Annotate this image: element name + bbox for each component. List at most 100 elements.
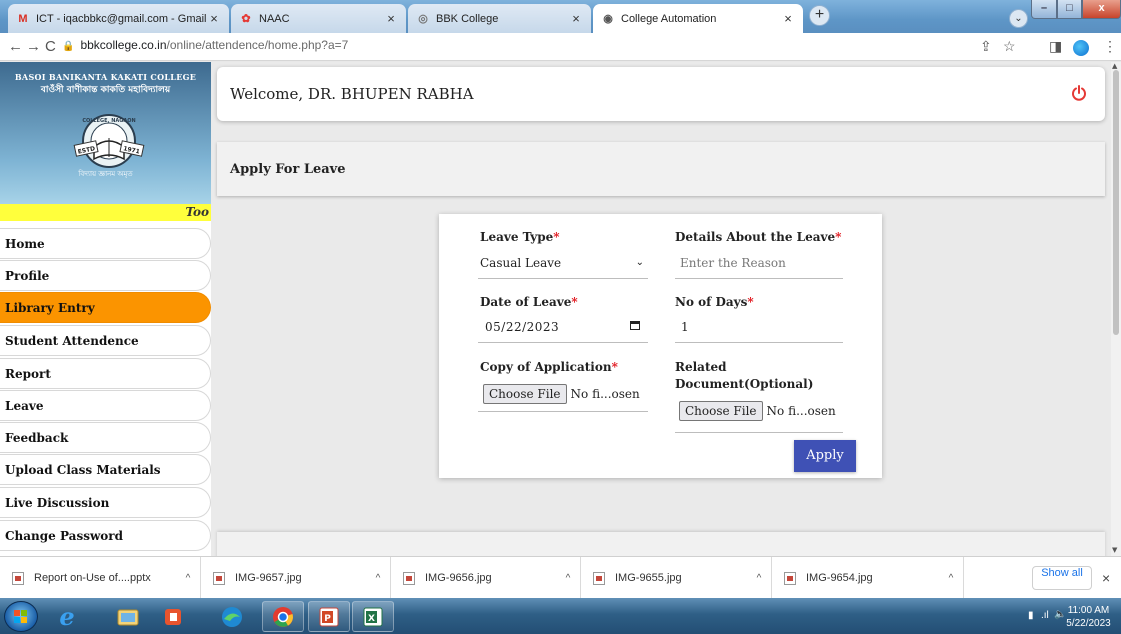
close-icon[interactable]: × xyxy=(207,11,221,26)
details-label: Details About the Leave* xyxy=(675,230,842,244)
globe-icon: ◎ xyxy=(418,13,428,25)
excel-icon[interactable]: X xyxy=(352,601,394,632)
browser-tab-strip: M ICT - iqacbbkc@gmail.com - Gmail × ✿ N… xyxy=(0,0,1121,33)
ie-icon[interactable]: e xyxy=(46,601,88,632)
svg-text:X: X xyxy=(368,614,375,624)
window-close-button[interactable]: x xyxy=(1082,0,1121,19)
welcome-header: Welcome, DR. BHUPEN RABHA xyxy=(217,67,1105,121)
tab-title: BBK College xyxy=(436,12,499,25)
college-brand: BASOI BANIKANTA KAKATI COLLEGE বাওঁসী বা… xyxy=(0,62,211,204)
network-icon[interactable]: ▮ xyxy=(1028,610,1034,621)
page-scrollbar[interactable]: ▲ ▼ xyxy=(1111,62,1121,556)
page-title: Apply For Leave xyxy=(230,162,346,177)
sidebar-item-change-password[interactable]: Change Password xyxy=(0,520,211,551)
chevron-down-icon: ⌄ xyxy=(635,257,644,268)
download-item[interactable]: IMG-9657.jpg ^ xyxy=(201,557,391,599)
tab-search-button[interactable]: ⌄ xyxy=(1009,9,1028,28)
announcement-ticker: Too xyxy=(0,204,211,221)
caret-up-icon[interactable]: ^ xyxy=(939,573,963,584)
chrome-icon[interactable] xyxy=(262,601,304,632)
url-host: bbkcollege.co.in xyxy=(80,38,167,52)
maximize-button[interactable]: □ xyxy=(1057,0,1082,19)
choose-file-button[interactable]: Choose File xyxy=(679,401,763,421)
address-bar[interactable]: 🔒 bbkcollege.co.in/online/attendence/home… xyxy=(62,38,348,52)
reload-icon[interactable]: C xyxy=(45,38,56,55)
signal-icon[interactable]: .ıl xyxy=(1041,610,1049,621)
application-underline xyxy=(478,411,648,412)
profile-avatar[interactable] xyxy=(1073,40,1089,56)
browser-toolbar: ← → C 🔒 bbkcollege.co.in/online/attendenc… xyxy=(0,33,1121,61)
close-icon[interactable]: × xyxy=(569,11,583,26)
tab-bbk-college[interactable]: ◎ BBK College × xyxy=(408,4,591,33)
powerpoint-icon[interactable]: P xyxy=(308,601,350,632)
download-item[interactable]: IMG-9655.jpg ^ xyxy=(581,557,772,599)
download-item[interactable]: IMG-9654.jpg ^ xyxy=(772,557,964,599)
sidebar-item-feedback[interactable]: Feedback xyxy=(0,422,211,453)
share-icon[interactable]: ⇪ xyxy=(980,38,992,55)
forward-icon[interactable]: → xyxy=(26,38,41,55)
caret-up-icon[interactable]: ^ xyxy=(556,573,580,584)
close-icon[interactable]: × xyxy=(781,11,795,26)
gmail-icon: M xyxy=(18,12,28,25)
tab-title: College Automation xyxy=(621,12,717,25)
close-icon[interactable]: × xyxy=(384,11,398,26)
scrollbar-thumb[interactable] xyxy=(1113,70,1119,335)
sidebar-item-student-attendence[interactable]: Student Attendence xyxy=(0,325,211,356)
choose-file-button[interactable]: Choose File xyxy=(483,384,567,404)
calendar-icon[interactable] xyxy=(630,321,640,330)
caret-up-icon[interactable]: ^ xyxy=(176,573,200,584)
lower-section xyxy=(217,532,1105,556)
date-input[interactable]: 05/22/2023 xyxy=(478,314,648,343)
image-file-icon xyxy=(403,571,415,585)
details-input[interactable]: Enter the Reason xyxy=(675,250,843,279)
caret-up-icon[interactable]: ^ xyxy=(366,573,390,584)
url-path: /online/attendence/home.php?a=7 xyxy=(166,38,349,52)
download-item[interactable]: IMG-9656.jpg ^ xyxy=(391,557,581,599)
power-icon[interactable] xyxy=(1071,85,1087,101)
minimize-button[interactable]: – xyxy=(1031,0,1057,19)
sidebar-item-home[interactable]: Home xyxy=(0,228,211,259)
side-panel-icon[interactable]: ◨ xyxy=(1049,38,1062,55)
new-tab-button[interactable]: + xyxy=(809,5,830,26)
sidebar-item-profile[interactable]: Profile xyxy=(0,260,211,291)
caret-up-icon[interactable]: ^ xyxy=(747,573,771,584)
scroll-down-icon[interactable]: ▼ xyxy=(1112,546,1117,554)
download-item[interactable]: Report on-Use of....pptx ^ xyxy=(0,557,201,599)
college-name-english: BASOI BANIKANTA KAKATI COLLEGE xyxy=(14,72,197,82)
leave-type-select[interactable]: Casual Leave ⌄ xyxy=(478,250,648,279)
tab-college-automation[interactable]: ◉ College Automation × xyxy=(593,4,803,33)
tab-naac[interactable]: ✿ NAAC × xyxy=(231,4,406,33)
sidebar-item-leave[interactable]: Leave xyxy=(0,390,211,421)
close-icon[interactable]: × xyxy=(1102,570,1110,586)
download-filename: IMG-9655.jpg xyxy=(615,572,682,584)
tab-gmail[interactable]: M ICT - iqacbbkc@gmail.com - Gmail × xyxy=(8,4,229,33)
sidebar-item-report[interactable]: Report xyxy=(0,358,211,389)
download-filename: IMG-9657.jpg xyxy=(235,572,302,584)
kebab-menu-icon[interactable]: ⋮ xyxy=(1103,38,1117,55)
related-document-label-2: Document(Optional) xyxy=(675,377,814,391)
sidebar-item-upload-class-materials[interactable]: Upload Class Materials xyxy=(0,454,211,485)
scroll-up-icon[interactable]: ▲ xyxy=(1112,62,1117,70)
start-button[interactable] xyxy=(4,601,38,632)
clock-time[interactable]: 11:00 AM xyxy=(1061,605,1116,616)
seal-caption: COLLEGE, NAGAON xyxy=(82,118,135,124)
clock-date[interactable]: 5/22/2023 xyxy=(1061,618,1116,629)
tab-title: NAAC xyxy=(259,12,290,25)
apply-button[interactable]: Apply xyxy=(794,440,856,472)
application-file-picker[interactable]: Choose File No fi...osen xyxy=(483,384,640,404)
office-icon[interactable] xyxy=(152,601,194,632)
bookmark-star-icon[interactable]: ☆ xyxy=(1003,38,1016,55)
sidebar-item-live-discussion[interactable]: Live Discussion xyxy=(0,487,211,518)
windows-taskbar: e P X ▮ .ıl 🔈 xyxy=(0,598,1121,634)
sidebar-item-library-entry[interactable]: Library Entry xyxy=(0,292,211,323)
days-label: No of Days* xyxy=(675,295,754,309)
explorer-icon[interactable] xyxy=(107,601,149,632)
related-file-picker[interactable]: Choose File No fi...osen xyxy=(679,401,836,421)
edge-icon[interactable] xyxy=(211,601,253,632)
show-all-downloads-button[interactable]: Show all xyxy=(1032,566,1092,590)
days-input[interactable]: 1 xyxy=(675,314,843,343)
leave-form: Leave Type* Casual Leave ⌄ Details About… xyxy=(439,214,882,478)
back-icon[interactable]: ← xyxy=(8,38,23,55)
svg-text:e: e xyxy=(59,605,74,629)
download-filename: IMG-9654.jpg xyxy=(806,572,873,584)
